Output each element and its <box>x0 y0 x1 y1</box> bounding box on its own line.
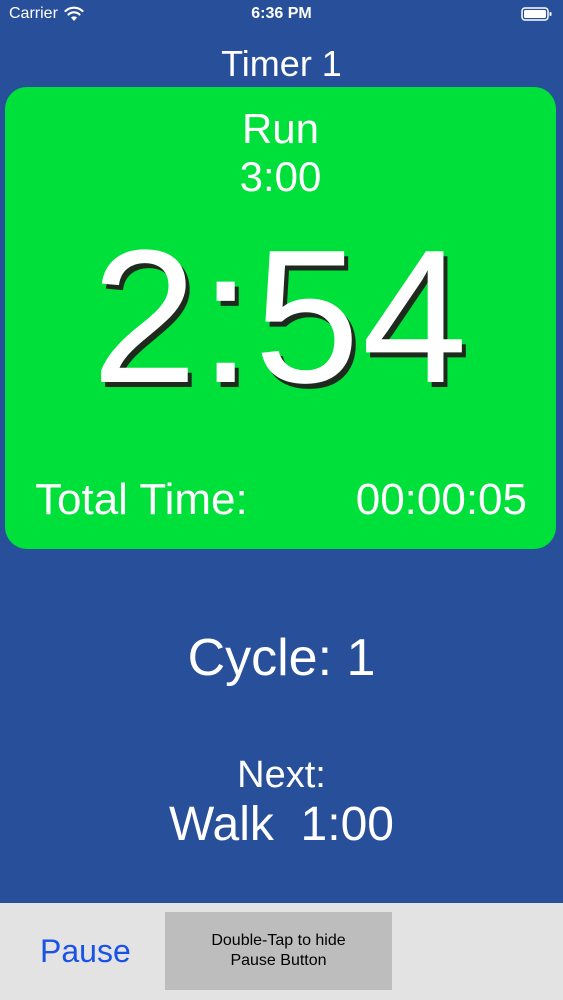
status-bar: Carrier 6:36 PM <box>0 0 563 30</box>
timer-title: Timer 1 <box>221 43 342 84</box>
countdown-display: 2:54 <box>91 211 470 423</box>
bottom-toolbar: Pause Double-Tap to hide Pause Button <box>0 903 563 1000</box>
next-label: Next: <box>237 754 326 796</box>
next-interval: Walk 1:00 <box>169 798 394 851</box>
total-time-row: Total Time: 00:00:05 <box>35 475 527 525</box>
hint-line-2: Pause Button <box>230 952 327 969</box>
total-time-value: 00:00:05 <box>355 475 527 524</box>
hint-line-1: Double-Tap to hide <box>211 932 346 949</box>
current-interval-name: Run <box>241 105 320 152</box>
battery-icon <box>521 7 552 21</box>
current-interval-duration: 3:00 <box>239 153 322 200</box>
status-time: 6:36 PM <box>251 5 312 22</box>
total-time-label: Total Time: <box>35 475 248 524</box>
pause-button[interactable]: Pause <box>40 931 131 971</box>
hide-pause-hint[interactable]: Double-Tap to hide Pause Button <box>165 912 392 990</box>
current-interval-panel: Run 3:00 2:54 Total Time: 00:00:05 <box>5 87 556 549</box>
cycle-count: Cycle: 1 <box>187 629 376 687</box>
